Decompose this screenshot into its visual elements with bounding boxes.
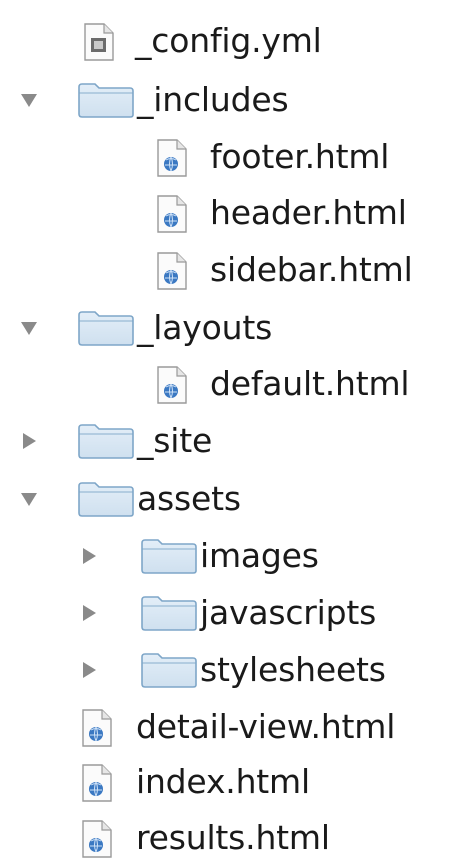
tree-row-index[interactable]: index.html	[0, 755, 452, 809]
folder-icon	[140, 651, 198, 689]
folder-icon	[77, 422, 135, 460]
tree-row-javascripts[interactable]: javascripts	[0, 586, 452, 640]
config-file-icon	[82, 22, 116, 62]
tree-row-assets[interactable]: assets	[0, 472, 452, 526]
tree-row-detail-view[interactable]: detail-view.html	[0, 700, 452, 754]
folder-icon	[77, 81, 135, 119]
tree-row-config[interactable]: _config.yml	[0, 14, 452, 68]
tree-item-label: detail-view.html	[136, 707, 396, 746]
disclosure-triangle-right-icon[interactable]	[80, 605, 98, 621]
tree-row-includes[interactable]: _includes	[0, 73, 452, 127]
tree-item-label: images	[200, 536, 319, 575]
tree-item-label: sidebar.html	[210, 250, 413, 289]
html-file-icon	[80, 763, 114, 803]
disclosure-triangle-right-icon[interactable]	[80, 548, 98, 564]
disclosure-triangle-down-icon[interactable]	[20, 320, 38, 336]
tree-row-header[interactable]: header.html	[0, 186, 452, 240]
tree-row-layouts[interactable]: _layouts	[0, 301, 452, 355]
tree-row-sidebar[interactable]: sidebar.html	[0, 243, 452, 297]
tree-item-label: _layouts	[137, 308, 273, 347]
disclosure-triangle-right-icon[interactable]	[80, 662, 98, 678]
tree-item-label: stylesheets	[200, 650, 386, 689]
tree-row-site[interactable]: _site	[0, 414, 452, 468]
tree-item-label: default.html	[210, 364, 410, 403]
disclosure-triangle-down-icon[interactable]	[20, 92, 38, 108]
tree-item-label: footer.html	[210, 137, 390, 176]
tree-row-default[interactable]: default.html	[0, 357, 452, 411]
tree-row-images[interactable]: images	[0, 529, 452, 583]
html-file-icon	[155, 194, 189, 234]
tree-item-label: javascripts	[200, 593, 377, 632]
html-file-icon	[80, 708, 114, 748]
tree-item-label: _includes	[137, 80, 289, 119]
disclosure-triangle-down-icon[interactable]	[20, 491, 38, 507]
folder-icon	[77, 480, 135, 518]
tree-item-label: index.html	[136, 762, 310, 801]
folder-icon	[77, 309, 135, 347]
disclosure-triangle-right-icon[interactable]	[20, 433, 38, 449]
tree-row-stylesheets[interactable]: stylesheets	[0, 643, 452, 697]
tree-row-results[interactable]: results.html	[0, 811, 452, 865]
tree-item-label: header.html	[210, 193, 407, 232]
html-file-icon	[155, 251, 189, 291]
tree-item-label: assets	[137, 479, 241, 518]
tree-item-label: _config.yml	[135, 21, 322, 60]
tree-item-label: _site	[137, 421, 213, 460]
html-file-icon	[80, 819, 114, 859]
html-file-icon	[155, 138, 189, 178]
file-tree: _config.yml _includes footer.html header…	[0, 0, 452, 865]
folder-icon	[140, 537, 198, 575]
tree-item-label: results.html	[136, 818, 330, 857]
html-file-icon	[155, 365, 189, 405]
tree-row-footer[interactable]: footer.html	[0, 130, 452, 184]
folder-icon	[140, 594, 198, 632]
